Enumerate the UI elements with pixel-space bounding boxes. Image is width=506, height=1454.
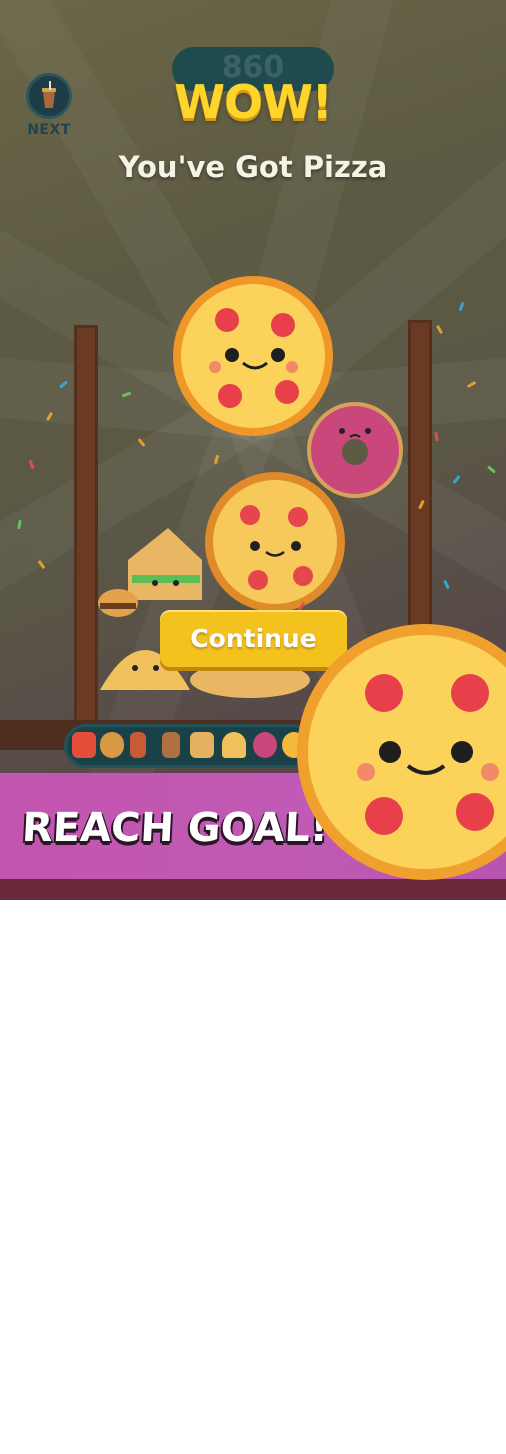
- goal-pizza-icon: [297, 624, 506, 880]
